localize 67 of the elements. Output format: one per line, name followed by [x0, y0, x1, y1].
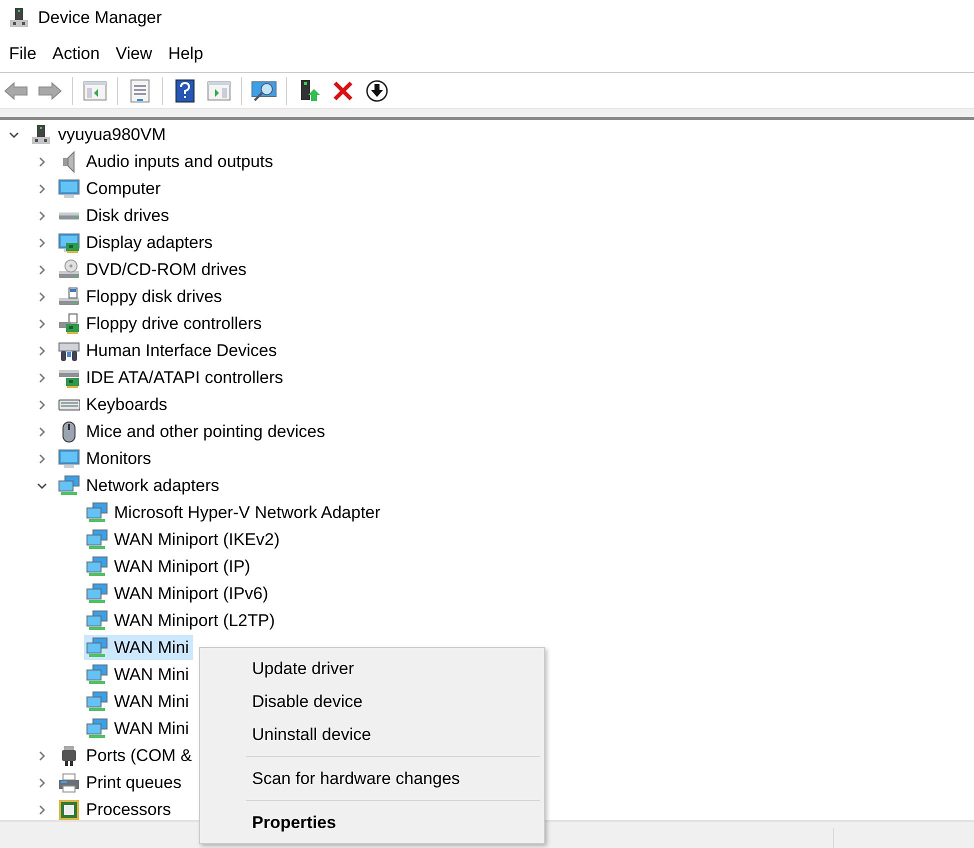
menu-item[interactable]: File [1, 44, 44, 64]
tree-item[interactable]: Audio inputs and outputs [56, 149, 278, 174]
tree-item[interactable]: DVD/CD-ROM drives [56, 257, 251, 282]
tree-item[interactable]: Human Interface Devices [56, 338, 281, 363]
menu-item[interactable]: Scan for hardware changes [202, 762, 542, 795]
document-icon [129, 78, 151, 102]
menu-item[interactable]: Disable device [202, 685, 542, 718]
tree-item[interactable]: Monitors [56, 446, 156, 471]
tree-item[interactable]: IDE ATA/ATAPI controllers [56, 365, 288, 390]
tree-item[interactable]: WAN Mini [84, 716, 193, 741]
network-icon [86, 556, 108, 578]
forward-arrow-icon [38, 80, 62, 100]
network-icon [86, 718, 108, 740]
upload-device-icon [298, 78, 320, 102]
cd-drive-icon [58, 258, 80, 280]
tree-item[interactable]: Keyboards [56, 392, 172, 417]
monitor-magnifier-icon [251, 78, 277, 102]
network-icon [86, 664, 108, 686]
tree-item[interactable]: Mice and other pointing devices [56, 419, 330, 444]
tree-item[interactable]: WAN Miniport (IP) [84, 554, 254, 579]
tree-item[interactable]: Network adapters [56, 473, 224, 498]
tree-item[interactable]: Display adapters [56, 230, 217, 255]
monitor-icon [58, 448, 80, 470]
tree-item[interactable]: Floppy drive controllers [56, 311, 266, 336]
tree-item[interactable]: Microsoft Hyper-V Network Adapter [84, 500, 384, 525]
display-adapter-icon [58, 232, 80, 254]
printer-icon [58, 772, 80, 794]
menu-item[interactable]: Help [160, 44, 212, 64]
monitor-icon [58, 178, 80, 200]
computer-tower-icon [8, 6, 30, 28]
help-icon [175, 78, 195, 102]
window-pane-icon [207, 80, 231, 102]
tree-item[interactable]: Floppy disk drives [56, 284, 226, 309]
network-icon [86, 528, 108, 550]
tree-item[interactable]: WAN Mini [84, 689, 193, 714]
controller-card-icon [58, 312, 80, 334]
down-arrow-circle-icon [365, 78, 389, 102]
window-pane-icon [83, 80, 107, 102]
network-icon [86, 610, 108, 632]
tree-item[interactable]: Computer [56, 176, 165, 201]
tree-item[interactable]: WAN Mini [84, 635, 193, 660]
back-arrow-icon [4, 80, 28, 100]
menu-item[interactable]: Update driver [202, 652, 542, 685]
disk-drive-icon [58, 212, 80, 220]
tree-item[interactable]: WAN Miniport (IPv6) [84, 581, 272, 606]
network-icon [86, 502, 108, 524]
menu-item[interactable]: View [108, 44, 160, 64]
network-icon [86, 690, 108, 712]
menu-item[interactable]: Uninstall device [202, 718, 542, 751]
input-device-icon [58, 340, 80, 362]
window-title: Device Manager [38, 8, 162, 28]
menu-item[interactable]: Properties [202, 806, 542, 839]
tree-item[interactable]: WAN Miniport (IKEv2) [84, 527, 284, 552]
tree-item[interactable]: Ports (COM & [56, 743, 196, 768]
tree-item[interactable]: vyuyua980VM [28, 122, 170, 147]
menu-item[interactable]: Action [44, 44, 108, 64]
network-icon [58, 474, 80, 496]
network-icon [86, 636, 108, 658]
tree-item[interactable]: Disk drives [56, 203, 174, 228]
tree-item[interactable]: Processors [56, 797, 176, 820]
tree-item[interactable]: WAN Mini [84, 662, 193, 687]
computer-tower-icon [30, 124, 52, 146]
tree-item[interactable]: WAN Miniport (L2TP) [84, 608, 279, 633]
floppy-drive-icon [58, 286, 80, 308]
tree-item[interactable]: Print queues [56, 770, 186, 795]
close-icon [332, 80, 354, 102]
network-icon [86, 582, 108, 604]
